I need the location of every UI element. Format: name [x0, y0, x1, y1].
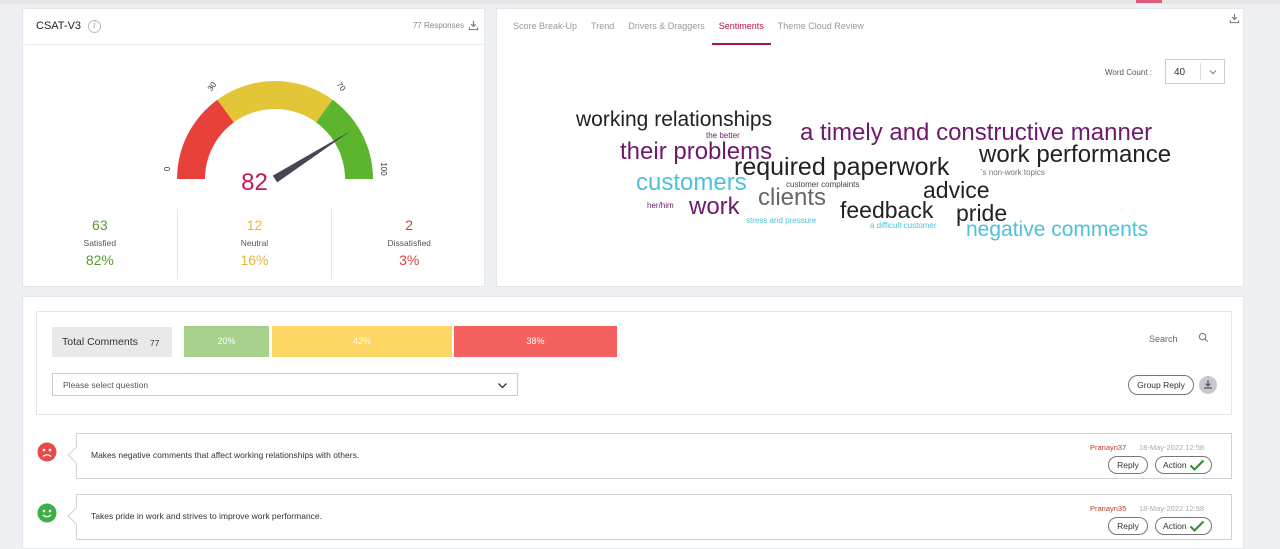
comment-item: Takes pride in work and strives to impro…	[67, 494, 1232, 540]
cloud-word[interactable]: clients	[758, 186, 826, 210]
stat-label: Neutral	[240, 238, 269, 248]
action-label: Action	[1163, 521, 1187, 531]
stat-satisfied: 63 Satisfied 82%	[23, 209, 177, 279]
smiley-face-icon	[37, 503, 57, 523]
comment-date: 18-May-2022 12:58	[1139, 504, 1205, 513]
comment-date: 18-May-2022 12:58	[1139, 443, 1205, 452]
reply-button[interactable]: Reply	[1108, 456, 1148, 474]
cloud-word[interactable]: work	[689, 195, 740, 219]
cloud-word[interactable]: feedback	[840, 199, 933, 222]
stat-percent: 82%	[85, 252, 114, 268]
cloud-word[interactable]: her/him	[647, 202, 674, 210]
action-button[interactable]: Action	[1155, 517, 1212, 535]
search-label[interactable]: Search	[1149, 334, 1178, 344]
comments-filter-panel: Total Comments 77 20% 42% 38% Search Ple…	[36, 311, 1232, 415]
stat-percent: 3%	[399, 252, 420, 268]
sentiment-bar-negative[interactable]: 38%	[454, 326, 617, 357]
comment-pointer	[67, 507, 85, 525]
comment-pointer	[67, 446, 85, 464]
comment-user[interactable]: Pranayn35	[1090, 504, 1126, 513]
download-icon	[1204, 380, 1212, 389]
group-reply-button[interactable]: Group Reply	[1128, 375, 1194, 395]
gauge-tick-30: 30	[206, 80, 219, 93]
stat-label: Satisfied	[83, 238, 117, 248]
sentiment-bar-neutral[interactable]: 42%	[272, 326, 452, 357]
cloud-word[interactable]: work performance	[979, 143, 1171, 167]
gauge-satisfied-arc	[316, 99, 373, 179]
cloud-word[interactable]: required paperwork	[734, 155, 949, 180]
total-comments-count: 77	[150, 338, 160, 348]
top-strip	[0, 0, 1280, 4]
comment-user[interactable]: Pranayn37	[1090, 443, 1126, 452]
top-strip-indicator	[1136, 0, 1162, 3]
stat-label: Dissatisfied	[387, 238, 431, 248]
stat-count: 63	[92, 217, 108, 233]
comments-card: Total Comments 77 20% 42% 38% Search Ple…	[22, 296, 1244, 549]
cloud-word[interactable]: customers	[636, 171, 747, 195]
stat-neutral: 12 Neutral 16%	[176, 209, 332, 279]
csat-stats: 63 Satisfied 82% 12 Neutral 16% 2 Dissat…	[23, 209, 486, 279]
stat-count: 2	[405, 217, 414, 233]
cloud-word[interactable]: working relationships	[576, 109, 772, 130]
checkmark-icon	[1189, 459, 1205, 471]
info-icon[interactable]: i	[88, 20, 101, 33]
reply-button[interactable]: Reply	[1108, 517, 1148, 535]
responses-count: 77 Responses	[412, 21, 464, 30]
group-download-button[interactable]	[1199, 376, 1217, 394]
sentiments-card: Score Break-Up Trend Drivers & Draggers …	[496, 8, 1244, 287]
stat-percent: 16%	[240, 252, 269, 268]
chevron-down-icon	[498, 383, 507, 389]
action-button[interactable]: Action	[1155, 456, 1212, 474]
cloud-word[interactable]: a difficult customer	[870, 222, 937, 230]
question-select[interactable]: Please select question	[52, 373, 518, 396]
question-select-placeholder: Please select question	[63, 380, 149, 390]
download-icon[interactable]	[468, 20, 479, 31]
sentiment-bar-positive[interactable]: 20%	[184, 326, 269, 357]
stat-count: 12	[246, 217, 263, 233]
gauge-dissatisfied-arc	[177, 99, 234, 179]
stat-dissatisfied: 2 Dissatisfied 3%	[331, 209, 486, 279]
word-cloud: working relationships the better a timel…	[497, 9, 1245, 288]
comment-item: Makes negative comments that affect work…	[67, 433, 1232, 479]
gauge-tick-70: 70	[335, 80, 348, 93]
total-comments-label: Total Comments	[62, 336, 138, 348]
comment-text: Makes negative comments that affect work…	[91, 450, 360, 460]
gauge-neutral-arc	[217, 81, 333, 123]
csat-header: CSAT-V3 i 77 Responses	[23, 9, 484, 45]
csat-title: CSAT-V3	[36, 20, 82, 32]
csat-card: CSAT-V3 i 77 Responses 0 30 70 100 82 63…	[22, 8, 485, 287]
total-comments: Total Comments 77	[52, 327, 172, 357]
comment-text: Takes pride in work and strives to impro…	[91, 511, 323, 521]
action-label: Action	[1163, 460, 1187, 470]
cloud-word[interactable]: negative comments	[966, 219, 1148, 240]
csat-score: 82	[241, 169, 268, 196]
search-icon[interactable]	[1198, 332, 1209, 343]
checkmark-icon	[1189, 520, 1205, 532]
cloud-word[interactable]: stress and pressure	[746, 217, 816, 225]
sad-face-icon	[37, 442, 57, 462]
cloud-word[interactable]: 's non-work topics	[981, 169, 1045, 177]
